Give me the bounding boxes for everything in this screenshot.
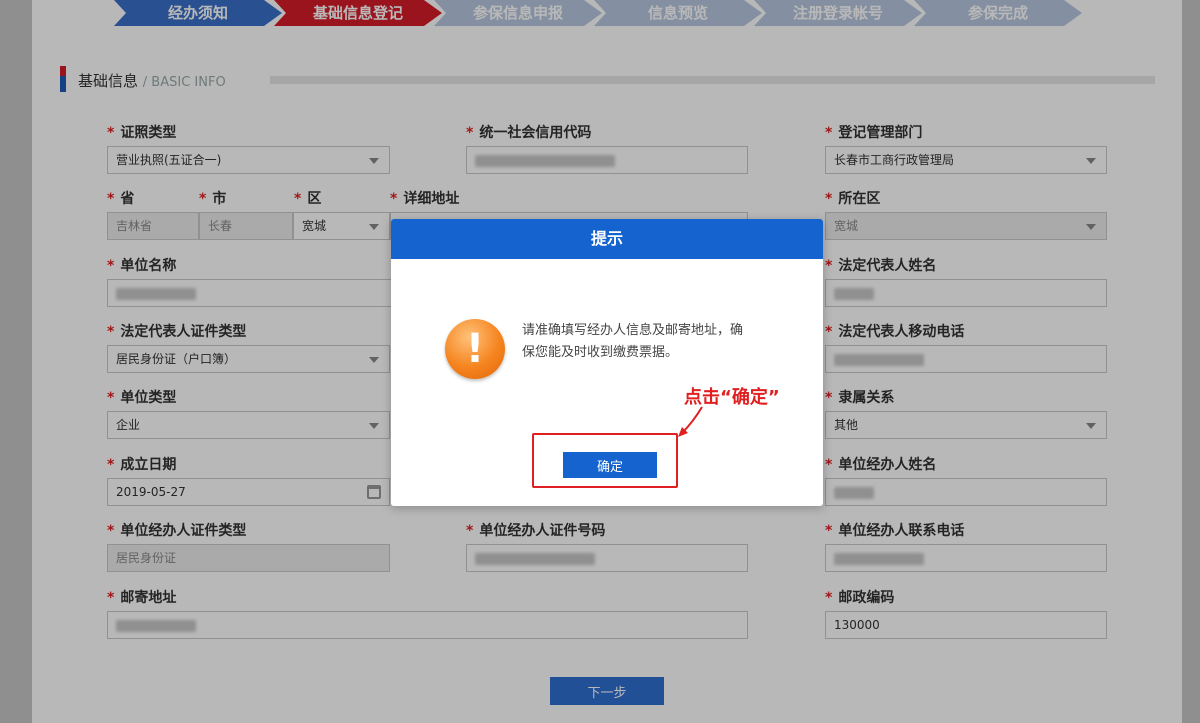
dialog-title: 提示 (391, 219, 823, 259)
annotation-highlight-box (532, 433, 678, 488)
annotation-arrow-icon (678, 406, 703, 437)
exclamation-warning-icon: ! (445, 319, 505, 379)
dialog-message: 请准确填写经办人信息及邮寄地址，确保您能及时收到缴费票据。 (522, 323, 744, 360)
